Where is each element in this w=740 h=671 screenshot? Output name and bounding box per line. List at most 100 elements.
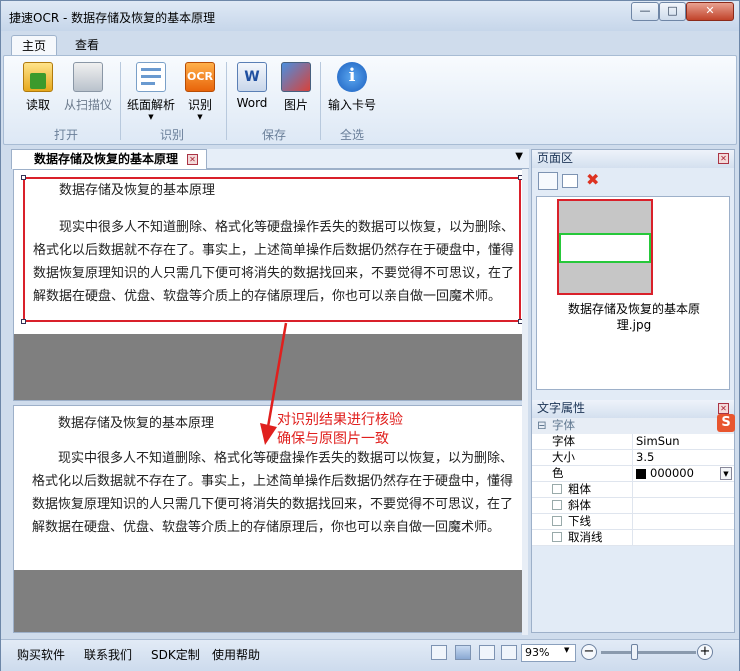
picture-icon — [281, 62, 311, 92]
resize-handle[interactable] — [21, 319, 26, 324]
prop-row-italic[interactable]: 斜体 — [532, 498, 734, 514]
close-button[interactable]: ✕ — [686, 2, 734, 21]
image-line: 数据恢复原理知识的人只需几下便可将消失的数据找回来，不要觉得不可思议，在了 — [33, 266, 515, 281]
prop-row-size[interactable]: 大小 3.5 — [532, 450, 734, 466]
group-separator — [120, 62, 121, 140]
prop-name: 斜体 — [568, 498, 591, 512]
group-save-label: 保存 — [261, 128, 286, 142]
image-title: 数据存储及恢复的基本原理 — [59, 183, 216, 198]
ime-s-icon[interactable]: S — [717, 414, 735, 432]
minimize-button[interactable]: — — [631, 2, 659, 21]
recognize-button[interactable]: OCR 识别 ▼ — [180, 62, 220, 121]
annotation-line: 对识别结果进行核验 — [277, 412, 403, 428]
property-grid: 字体 SimSun 大小 3.5 色 000000 ▼ 粗体 斜体 下线 取消线 — [532, 434, 734, 546]
info-icon: i — [337, 62, 367, 92]
contact-link[interactable]: 联系我们 — [84, 646, 132, 663]
tab-view[interactable]: 查看 — [65, 35, 109, 56]
chevron-down-icon[interactable]: ▼ — [564, 646, 569, 654]
result-line[interactable]: 格式化以后数据就不存在了。事实上，上述简单操作后数据仍然存在于硬盘中，懂得 — [32, 470, 513, 494]
text-props-header: 文字属性 ✕ — [532, 400, 734, 418]
color-swatch — [636, 469, 646, 479]
prop-row-bold[interactable]: 粗体 — [532, 482, 734, 498]
chevron-down-icon[interactable]: ▼ — [720, 467, 732, 480]
prop-row-font[interactable]: 字体 SimSun — [532, 434, 734, 450]
title-bar: 捷速OCR - 数据存储及恢复的基本原理 — □ ✕ — [1, 1, 739, 31]
bold-checkbox[interactable] — [552, 484, 562, 494]
zoom-slider-track[interactable] — [601, 651, 696, 654]
save-picture-button[interactable]: 图片 — [276, 62, 316, 113]
recognition-region[interactable]: 数据存储及恢复的基本原理 现实中很多人不知道删除、格式化等硬盘操作丢失的数据可以… — [21, 175, 523, 324]
page-view-icon[interactable] — [538, 172, 558, 190]
text-view-icon[interactable] — [479, 645, 495, 660]
thumbnail-text-region — [559, 233, 651, 263]
fit-view-icon[interactable] — [431, 645, 447, 660]
text-props-title: 文字属性 — [537, 401, 586, 415]
tab-home[interactable]: 主页 — [11, 35, 58, 56]
chevron-down-icon[interactable]: ▼ — [515, 151, 523, 162]
split-view-icon[interactable] — [501, 645, 517, 660]
chevron-down-icon: ▼ — [148, 113, 154, 121]
image-line: 现实中很多人不知道删除、格式化等硬盘操作丢失的数据可以恢复，以为删除、 — [59, 220, 515, 235]
document-tab-bar: 数据存储及恢复的基本原理 ✕ ▼ — [11, 149, 529, 169]
resize-handle[interactable] — [21, 175, 26, 180]
prop-value[interactable]: SimSun — [636, 434, 680, 449]
font-group-row[interactable]: ⊟ 字体 — [532, 418, 734, 434]
collapse-icon[interactable]: ⊟ — [537, 418, 547, 433]
result-line[interactable]: 解数据在硬盘、优盘、软盘等介质上的存储原理后，你也可以亲自做一回魔术师。 — [32, 516, 500, 540]
prop-value[interactable]: 3.5 — [636, 450, 654, 465]
app-window: 捷速OCR - 数据存储及恢复的基本原理 — □ ✕ 主页 查看 读取 从扫描仪… — [0, 0, 740, 671]
group-recognize-label: 识别 — [159, 128, 184, 142]
document-scrollbar[interactable] — [522, 169, 528, 635]
scanner-button[interactable]: 从扫描仪 — [58, 62, 118, 113]
close-icon[interactable]: ✕ — [718, 153, 729, 164]
page-thumbnail-list: 数据存储及恢复的基本原 理.jpg — [536, 196, 730, 390]
maximize-button[interactable]: □ — [659, 2, 686, 21]
thumbnail-caption-line: 理.jpg — [616, 318, 652, 332]
close-icon[interactable]: ✕ — [718, 403, 729, 414]
strikethrough-checkbox[interactable] — [552, 532, 562, 542]
chevron-down-icon: ▼ — [197, 113, 203, 121]
annotation-note: 对识别结果进行核验 确保与原图片一致 — [277, 411, 403, 449]
document-tab[interactable]: 数据存储及恢复的基本原理 ✕ — [11, 149, 208, 169]
prop-row-underline[interactable]: 下线 — [532, 514, 734, 530]
prop-name: 色 — [552, 466, 564, 480]
sdk-link[interactable]: SDK定制 — [151, 646, 200, 663]
result-title: 数据存储及恢复的基本原理 — [58, 416, 215, 431]
group-separator — [320, 62, 321, 140]
ocr-icon: OCR — [185, 62, 215, 92]
result-line[interactable]: 现实中很多人不知道删除、格式化等硬盘操作丢失的数据可以恢复，以为删除、 — [58, 447, 513, 471]
image-view-icon[interactable] — [455, 645, 471, 660]
save-word-button[interactable]: W Word — [232, 62, 272, 110]
read-button[interactable]: 读取 — [18, 62, 58, 113]
zoom-out-button[interactable]: − — [581, 644, 597, 660]
buy-link[interactable]: 购买软件 — [17, 646, 65, 663]
thumbnail-caption-line: 数据存储及恢复的基本原 — [567, 302, 700, 316]
enter-key-button[interactable]: i 输入卡号 — [324, 62, 380, 113]
close-icon[interactable]: ✕ — [187, 154, 199, 165]
group-separator — [226, 62, 227, 140]
prop-value[interactable]: 000000 — [650, 466, 694, 481]
prop-name: 大小 — [552, 450, 575, 464]
page-thumbnail[interactable] — [557, 199, 653, 295]
word-icon: W — [237, 62, 267, 92]
page-analyze-icon — [136, 62, 166, 92]
scanner-icon — [73, 62, 103, 92]
page-analyze-label: 纸面解析 — [126, 98, 175, 112]
help-link[interactable]: 使用帮助 — [212, 646, 260, 663]
underline-checkbox[interactable] — [552, 516, 562, 526]
result-line[interactable]: 数据恢复原理知识的人只需几下便可将消失的数据找回来，不要觉得不可思议，在了 — [32, 493, 513, 517]
page-panel-title: 页面区 — [537, 151, 574, 165]
page-blank-icon[interactable] — [562, 174, 578, 188]
delete-icon[interactable]: ✖ — [586, 170, 599, 189]
document-tab-label: 数据存储及恢复的基本原理 — [34, 152, 179, 166]
right-panel: 页面区 ✕ ✖ 数据存储及恢复的基本原 理.jpg 文字属性 ✕ ⊟ 字体 字体… — [531, 149, 735, 633]
prop-row-color[interactable]: 色 000000 ▼ — [532, 466, 734, 482]
zoom-in-button[interactable]: + — [697, 644, 713, 660]
zoom-slider-thumb[interactable] — [631, 644, 638, 660]
page-analyze-button[interactable]: 纸面解析 ▼ — [124, 62, 178, 121]
group-selectall-label: 全选 — [339, 128, 364, 142]
font-group-label: 字体 — [552, 418, 575, 432]
prop-row-strike[interactable]: 取消线 — [532, 530, 734, 546]
italic-checkbox[interactable] — [552, 500, 562, 510]
image-line: 解数据在硬盘、优盘、软盘等介质上的存储原理后，你也可以亲自做一回魔术师。 — [33, 289, 502, 304]
